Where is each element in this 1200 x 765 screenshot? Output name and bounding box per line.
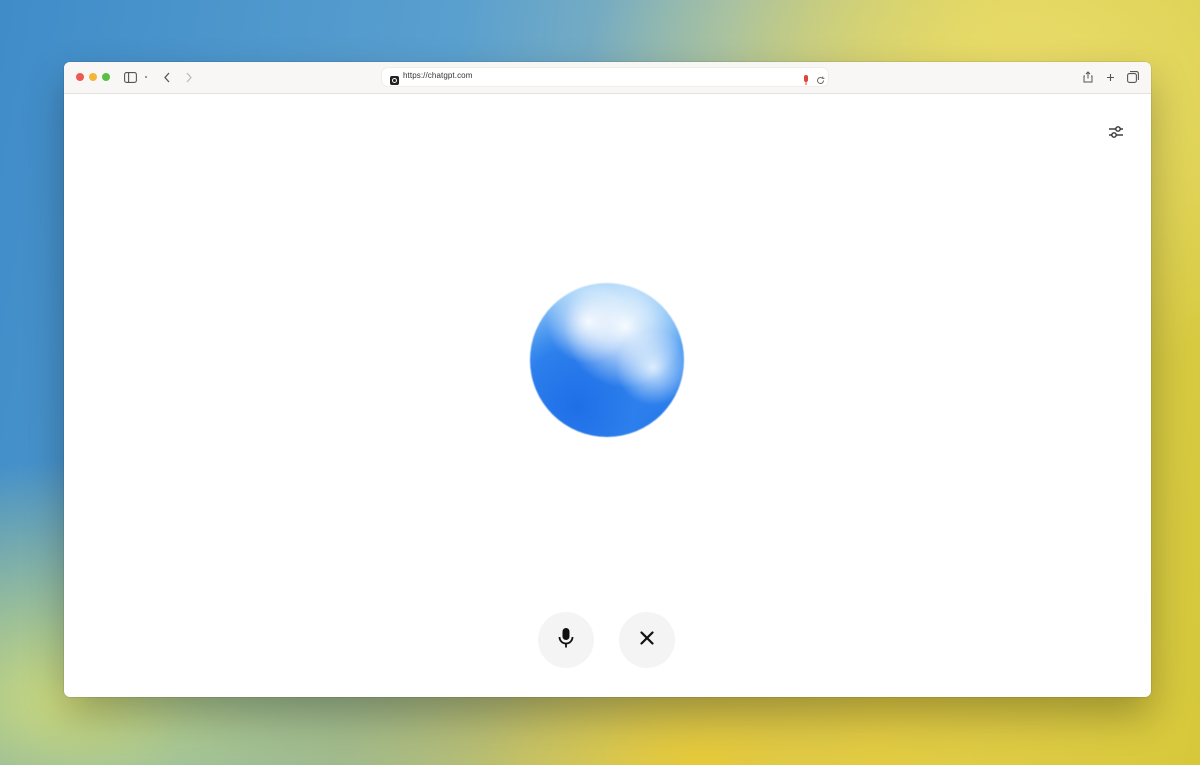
back-icon[interactable] — [160, 70, 174, 84]
microphone-icon — [557, 627, 575, 654]
tabs-overview-icon[interactable] — [1126, 70, 1140, 84]
address-bar[interactable]: https://chatgpt.com — [382, 68, 828, 86]
close-button[interactable] — [619, 612, 675, 668]
settings-sliders-button[interactable] — [1105, 123, 1127, 145]
voice-orb — [530, 283, 684, 437]
reload-icon[interactable] — [816, 72, 825, 90]
mic-button[interactable] — [538, 612, 594, 668]
sidebar-icon[interactable] — [123, 70, 137, 84]
site-favicon-icon — [390, 72, 399, 90]
url-text: https://chatgpt.com — [403, 71, 473, 80]
chevron-down-icon[interactable] — [141, 70, 151, 84]
browser-window: https://chatgpt.com — [64, 62, 1151, 697]
browser-toolbar: https://chatgpt.com — [64, 62, 1151, 94]
forward-icon[interactable] — [182, 70, 196, 84]
close-icon — [639, 630, 655, 651]
zoom-window-button[interactable] — [102, 73, 110, 81]
share-icon[interactable] — [1081, 70, 1095, 84]
add-tab-icon[interactable] — [1103, 70, 1117, 84]
minimize-window-button[interactable] — [89, 73, 97, 81]
microphone-active-icon — [803, 72, 809, 90]
close-window-button[interactable] — [76, 73, 84, 81]
sliders-icon — [1108, 124, 1124, 145]
